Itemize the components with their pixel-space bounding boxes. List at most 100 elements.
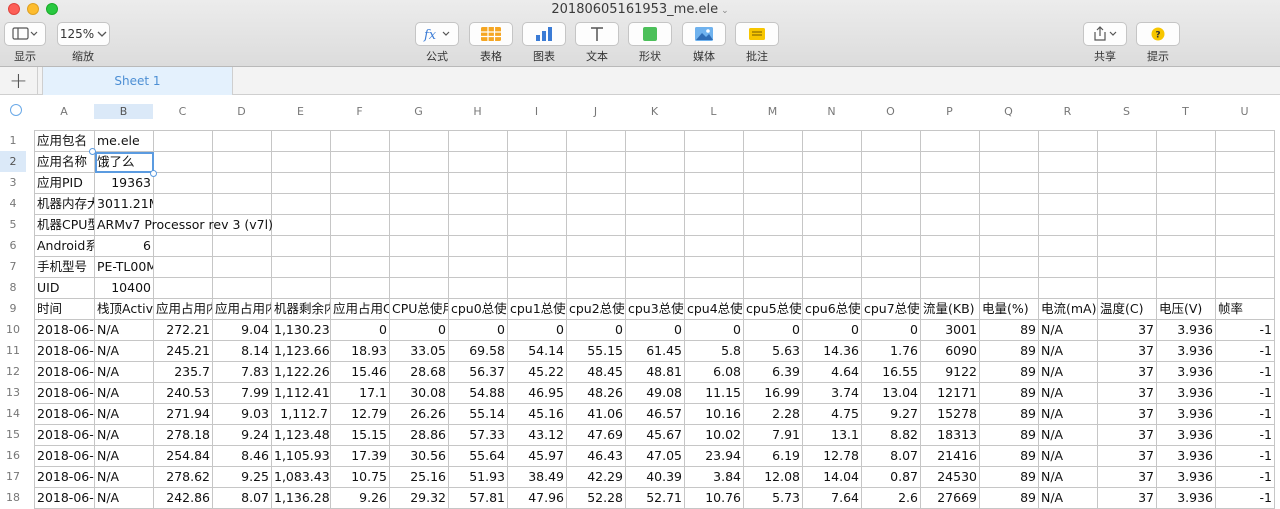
table-cell[interactable] [448, 130, 508, 152]
table-cell[interactable] [389, 277, 449, 299]
table-cell[interactable]: N/A [94, 319, 154, 341]
table-cell[interactable]: 2018-06- [34, 424, 95, 446]
table-cell[interactable]: -1 [1215, 319, 1275, 341]
table-cell[interactable]: 89 [979, 340, 1039, 362]
table-cell[interactable]: 0 [861, 319, 921, 341]
table-cell[interactable]: 2018-06- [34, 382, 95, 404]
table-cell[interactable]: N/A [94, 424, 154, 446]
table-cell[interactable] [153, 256, 213, 278]
table-cell[interactable]: 2018-06- [34, 319, 95, 341]
table-cell[interactable]: 61.45 [625, 340, 685, 362]
table-cell[interactable]: 应用占用内 [153, 298, 213, 320]
shape-button[interactable] [628, 22, 672, 46]
table-cell[interactable]: 55.14 [448, 403, 508, 425]
table-cell[interactable] [448, 256, 508, 278]
table-cell[interactable] [153, 130, 213, 152]
table-cell[interactable]: 3.936 [1156, 382, 1216, 404]
table-cell[interactable]: 47.05 [625, 445, 685, 467]
table-cell[interactable]: 37 [1097, 382, 1157, 404]
table-cell[interactable]: 52.28 [566, 487, 626, 509]
table-cell[interactable] [566, 214, 626, 236]
table-cell[interactable]: 1,112.7 [271, 403, 331, 425]
table-cell[interactable]: N/A [1038, 361, 1098, 383]
table-cell[interactable] [212, 151, 272, 173]
table-cell[interactable] [625, 235, 685, 257]
table-cell[interactable]: 5.73 [743, 487, 803, 509]
table-cell[interactable]: N/A [1038, 319, 1098, 341]
table-cell[interactable]: 54.88 [448, 382, 508, 404]
table-cell[interactable] [920, 256, 980, 278]
table-cell[interactable]: ARMv7 Processor rev 3 (v7l) [94, 214, 273, 236]
table-cell[interactable]: 8.07 [861, 445, 921, 467]
table-cell[interactable]: 7.83 [212, 361, 272, 383]
table-cell[interactable] [212, 172, 272, 194]
table-cell[interactable]: 0 [389, 319, 449, 341]
table-cell[interactable]: 1,130.23 [271, 319, 331, 341]
table-cell[interactable] [1097, 277, 1157, 299]
table-cell[interactable] [330, 151, 390, 173]
table-cell[interactable] [684, 235, 744, 257]
table-cell[interactable]: 0 [566, 319, 626, 341]
table-cell[interactable] [212, 256, 272, 278]
table-cell[interactable] [507, 151, 567, 173]
table-cell[interactable]: 37 [1097, 466, 1157, 488]
table-cell[interactable]: 37 [1097, 487, 1157, 509]
table-cell[interactable]: 0 [684, 319, 744, 341]
table-cell[interactable]: 12.79 [330, 403, 390, 425]
table-cell[interactable] [979, 130, 1039, 152]
table-cell[interactable]: 1,122.26 [271, 361, 331, 383]
table-cell[interactable] [330, 277, 390, 299]
table-cell[interactable] [1156, 130, 1216, 152]
table-cell[interactable] [448, 193, 508, 215]
table-cell[interactable]: -1 [1215, 445, 1275, 467]
table-cell[interactable]: CPU总使用 [389, 298, 449, 320]
row-header[interactable]: 1 [0, 130, 26, 151]
table-cell[interactable] [684, 151, 744, 173]
table-cell[interactable] [389, 256, 449, 278]
chevron-down-icon[interactable]: ⌄ [721, 6, 729, 16]
table-cell[interactable] [802, 130, 862, 152]
table-cell[interactable]: 4.64 [802, 361, 862, 383]
table-cell[interactable]: 33.05 [389, 340, 449, 362]
table-cell[interactable]: 89 [979, 466, 1039, 488]
table-cell[interactable]: 30.08 [389, 382, 449, 404]
table-cell[interactable] [566, 277, 626, 299]
table-cell[interactable] [625, 130, 685, 152]
table-cell[interactable] [330, 193, 390, 215]
table-cell[interactable]: 16.99 [743, 382, 803, 404]
row-header[interactable]: 14 [0, 403, 26, 424]
table-cell[interactable]: 11.15 [684, 382, 744, 404]
column-header[interactable]: L [684, 104, 743, 119]
table-cell[interactable]: 2018-06- [34, 445, 95, 467]
table-cell[interactable] [153, 277, 213, 299]
table-cell[interactable]: 43.12 [507, 424, 567, 446]
table-cell[interactable] [1215, 193, 1275, 215]
table-cell[interactable] [684, 256, 744, 278]
table-cell[interactable] [507, 172, 567, 194]
table-cell[interactable] [1156, 277, 1216, 299]
table-cell[interactable] [920, 193, 980, 215]
table-cell[interactable]: 2018-06- [34, 361, 95, 383]
table-cell[interactable] [507, 256, 567, 278]
row-header[interactable]: 15 [0, 424, 26, 445]
table-cell[interactable]: 15.46 [330, 361, 390, 383]
table-cell[interactable] [920, 172, 980, 194]
table-cell[interactable] [153, 235, 213, 257]
table-cell[interactable] [507, 193, 567, 215]
table-cell[interactable]: 242.86 [153, 487, 213, 509]
table-cell[interactable]: -1 [1215, 466, 1275, 488]
table-cell[interactable]: 55.64 [448, 445, 508, 467]
table-cell[interactable]: 89 [979, 487, 1039, 509]
table-cell[interactable]: 3.936 [1156, 340, 1216, 362]
selection-handle-top[interactable] [89, 148, 96, 155]
table-cell[interactable]: N/A [94, 340, 154, 362]
column-header[interactable]: J [566, 104, 625, 119]
table-cell[interactable] [1097, 214, 1157, 236]
table-cell[interactable]: 时间 [34, 298, 95, 320]
table-cell[interactable]: 51.93 [448, 466, 508, 488]
table-cell[interactable]: 48.26 [566, 382, 626, 404]
table-cell[interactable] [802, 214, 862, 236]
table-cell[interactable]: 21416 [920, 445, 980, 467]
table-cell[interactable] [1038, 193, 1098, 215]
table-cell[interactable] [802, 277, 862, 299]
